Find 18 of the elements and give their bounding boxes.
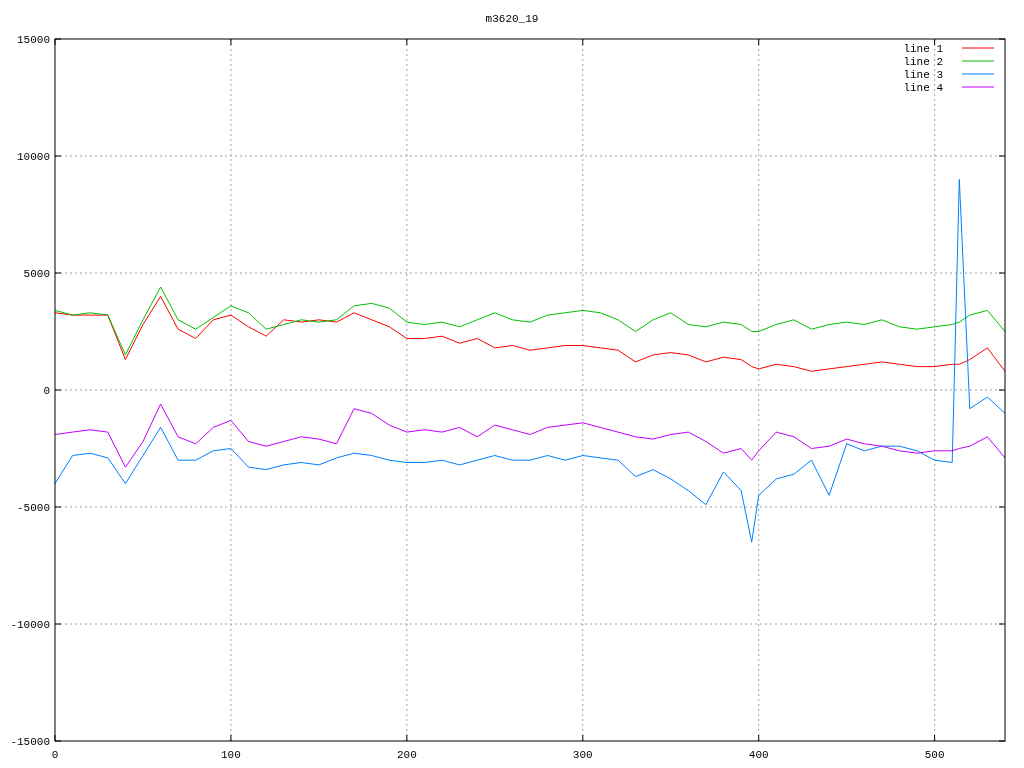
axis-tick-label: 300 [572, 749, 593, 761]
axis-tick-label: 10000 [17, 151, 50, 163]
axis-tick-label: 500 [924, 749, 945, 761]
axis-tick-label: 15000 [17, 34, 50, 46]
axis-tick-label: 400 [748, 749, 769, 761]
legend-label: line 2 [903, 56, 943, 68]
axis-tick-label: 5000 [23, 268, 50, 280]
legend-label: line 1 [903, 43, 943, 55]
axis-tick-label: 0 [51, 749, 59, 761]
axis-tick-label: 200 [396, 749, 417, 761]
chart-title: m3620_19 [485, 13, 539, 25]
axis-tick-label: -15000 [10, 736, 50, 748]
legend-label: line 3 [903, 69, 943, 81]
legend-label: line 4 [903, 82, 943, 94]
axis-tick-label: 0 [43, 385, 50, 397]
axis-tick-label: -10000 [10, 619, 50, 631]
axis-tick-label: 100 [221, 749, 241, 761]
axis-tick-label: -5000 [17, 502, 50, 514]
